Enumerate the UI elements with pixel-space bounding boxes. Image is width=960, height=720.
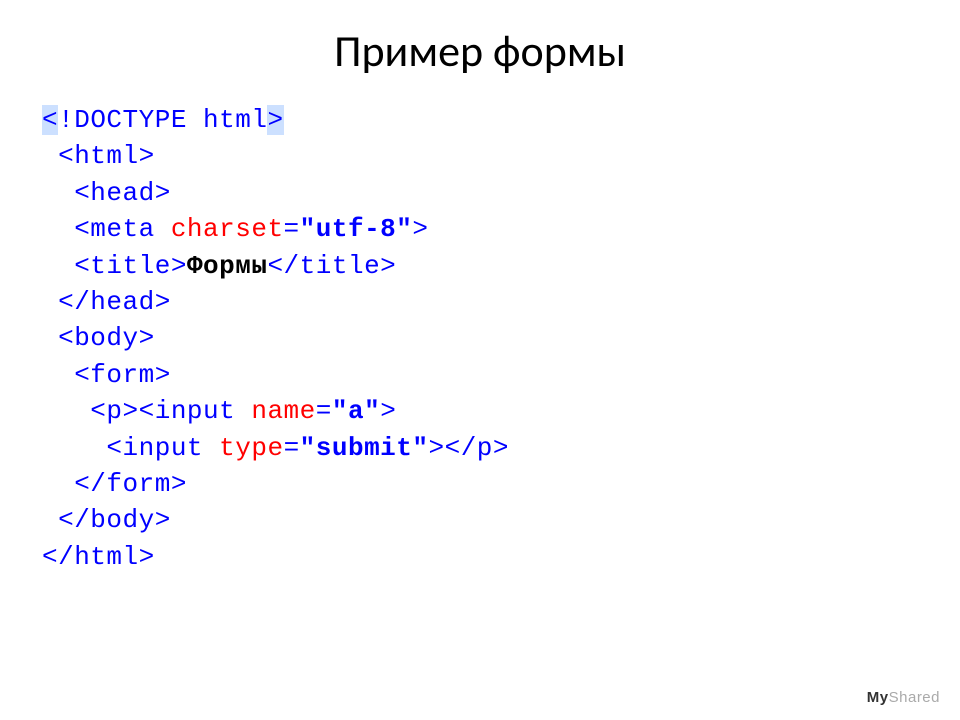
code-line-head-close: </head>	[42, 284, 960, 320]
code-line-meta: <meta charset="utf-8">	[42, 211, 960, 247]
slide-title: Пример формы	[0, 0, 960, 102]
code-line-input-submit: <input type="submit"></p>	[42, 430, 960, 466]
footer-shared: Shared	[889, 689, 940, 706]
code-line-form-close: </form>	[42, 466, 960, 502]
footer-branding: MyShared	[867, 689, 940, 706]
code-line-body-open: <body>	[42, 320, 960, 356]
code-line-input-a: <p><input name="a">	[42, 393, 960, 429]
code-line-body-close: </body>	[42, 502, 960, 538]
code-line-html-open: <html>	[42, 138, 960, 174]
footer-my: My	[867, 689, 889, 706]
code-line-title: <title>Формы</title>	[42, 248, 960, 284]
code-line-doctype: <!DOCTYPE html>	[42, 102, 960, 138]
code-line-form-open: <form>	[42, 357, 960, 393]
code-block: <!DOCTYPE html> <html> <head> <meta char…	[0, 102, 960, 575]
code-line-head-open: <head>	[42, 175, 960, 211]
code-line-html-close: </html>	[42, 539, 960, 575]
